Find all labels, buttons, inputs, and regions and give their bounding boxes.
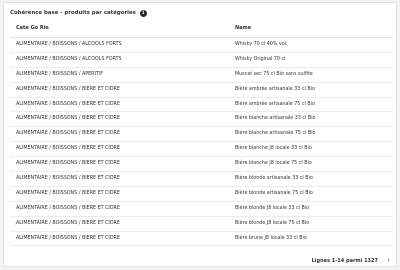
cell-name: Bière blanche J8 locale 33 cl Bio <box>235 146 312 152</box>
table-row[interactable]: ALIMENTAIRE / BOISSONS / BIERE ET CIDRE B… <box>10 112 393 128</box>
cell-name: Bière brune J8 locale 33 cl Bio <box>235 235 307 241</box>
table-row[interactable]: ALIMENTAIRE / BOISSONS / BIERE ET CIDRE B… <box>10 127 393 143</box>
cell-name: Bière blonde artisanale 33 cl Bio <box>235 176 313 182</box>
cell-category: ALIMENTAIRE / BOISSONS / APERITIF <box>16 71 104 77</box>
cell-category: ALIMENTAIRE / BOISSONS / BIERE ET CIDRE <box>16 235 120 241</box>
cell-category: ALIMENTAIRE / BOISSONS / BIERE ET CIDRE <box>16 116 120 122</box>
table-header: Cate Go Rie Name <box>10 20 393 38</box>
cell-category: ALIMENTAIRE / BOISSONS / BIERE ET CIDRE <box>16 146 120 152</box>
table-row[interactable]: ALIMENTAIRE / BOISSONS / BIERE ET CIDRE B… <box>10 157 393 173</box>
cell-category: ALIMENTAIRE / BOISSONS / BIERE ET CIDRE <box>16 86 120 92</box>
table-row[interactable]: ALIMENTAIRE / BOISSONS / APERITIF Muscat … <box>10 68 393 83</box>
cell-name: Bière blonde J8 locale 75 cl Bio <box>235 220 310 226</box>
cell-name: Bière blonde artisanale 75 cl Bio <box>235 190 313 196</box>
table-row[interactable]: ALIMENTAIRE / BOISSONS / ALCOOLS FORTS Wh… <box>10 53 393 68</box>
table-row[interactable]: ALIMENTAIRE / BOISSONS / BIERE ET CIDRE B… <box>10 217 393 232</box>
cell-category: ALIMENTAIRE / BOISSONS / BIERE ET CIDRE <box>16 190 120 196</box>
cell-name: Bière ambrée artisanale 33 cl Bio <box>235 86 315 92</box>
info-icon[interactable]: i <box>139 9 147 17</box>
table-row[interactable]: ALIMENTAIRE / BOISSONS / BIERE ET CIDRE B… <box>10 172 393 187</box>
column-header-name[interactable]: Name <box>235 20 251 37</box>
table-row[interactable]: ALIMENTAIRE / BOISSONS / BIERE ET CIDRE B… <box>10 187 393 202</box>
cell-category: ALIMENTAIRE / BOISSONS / ALCOOLS FORTS <box>16 42 122 47</box>
table-row[interactable]: ALIMENTAIRE / BOISSONS / BIERE ET CIDRE B… <box>10 83 393 98</box>
data-table: Cate Go Rie Name ALIMENTAIRE / BOISSONS … <box>10 20 393 247</box>
pagination-label: Lignes 1-14 parmi 1327 <box>311 258 378 264</box>
cell-category: ALIMENTAIRE / BOISSONS / ALCOOLS FORTS <box>16 56 122 62</box>
cell-name: Muscat sec 75 cl Bio sans sulfite <box>235 71 313 77</box>
cell-name: Bière blonde J8 locale 33 cl Bio <box>235 205 310 211</box>
cell-category: ALIMENTAIRE / BOISSONS / BIERE ET CIDRE <box>16 176 120 182</box>
cell-name: Bière blanche artisanale 33 cl Bio <box>235 116 316 122</box>
widget-title: Cohérence base - produits par catégories <box>10 10 136 16</box>
cell-category: ALIMENTAIRE / BOISSONS / BIERE ET CIDRE <box>16 101 120 107</box>
cell-name: Bière blanche J8 locale 75 cl Bio <box>235 161 312 167</box>
table-row[interactable]: ALIMENTAIRE / BOISSONS / ALCOOLS FORTS Wh… <box>10 38 393 53</box>
cell-category: ALIMENTAIRE / BOISSONS / BIERE ET CIDRE <box>16 205 120 211</box>
table-row[interactable]: ALIMENTAIRE / BOISSONS / BIERE ET CIDRE B… <box>10 98 393 113</box>
column-header-category[interactable]: Cate Go Rie <box>16 20 49 37</box>
table-footer: Lignes 1-14 parmi 1327 › <box>4 256 398 266</box>
widget-card: Cohérence base - produits par catégories… <box>3 2 397 267</box>
cell-category: ALIMENTAIRE / BOISSONS / BIERE ET CIDRE <box>16 161 120 167</box>
cell-name: Whisky 70 cl 40% vol. <box>235 42 288 47</box>
table-row[interactable]: ALIMENTAIRE / BOISSONS / BIERE ET CIDRE B… <box>10 202 393 217</box>
cell-name: Bière ambrée artisanale 75 cl Bio <box>235 101 315 107</box>
widget-header: Cohérence base - produits par catégories… <box>10 8 147 18</box>
cell-name: Bière blanche artisanale 75 cl Bio <box>235 131 316 137</box>
chevron-right-icon[interactable]: › <box>388 256 390 266</box>
cell-category: ALIMENTAIRE / BOISSONS / BIERE ET CIDRE <box>16 220 120 226</box>
cell-category: ALIMENTAIRE / BOISSONS / BIERE ET CIDRE <box>16 131 120 137</box>
table-row[interactable]: ALIMENTAIRE / BOISSONS / BIERE ET CIDRE B… <box>10 232 393 247</box>
cell-name: Whisky Original 70 cl <box>235 56 286 62</box>
table-body: ALIMENTAIRE / BOISSONS / ALCOOLS FORTS Wh… <box>10 38 393 247</box>
table-row[interactable]: ALIMENTAIRE / BOISSONS / BIERE ET CIDRE B… <box>10 142 393 158</box>
